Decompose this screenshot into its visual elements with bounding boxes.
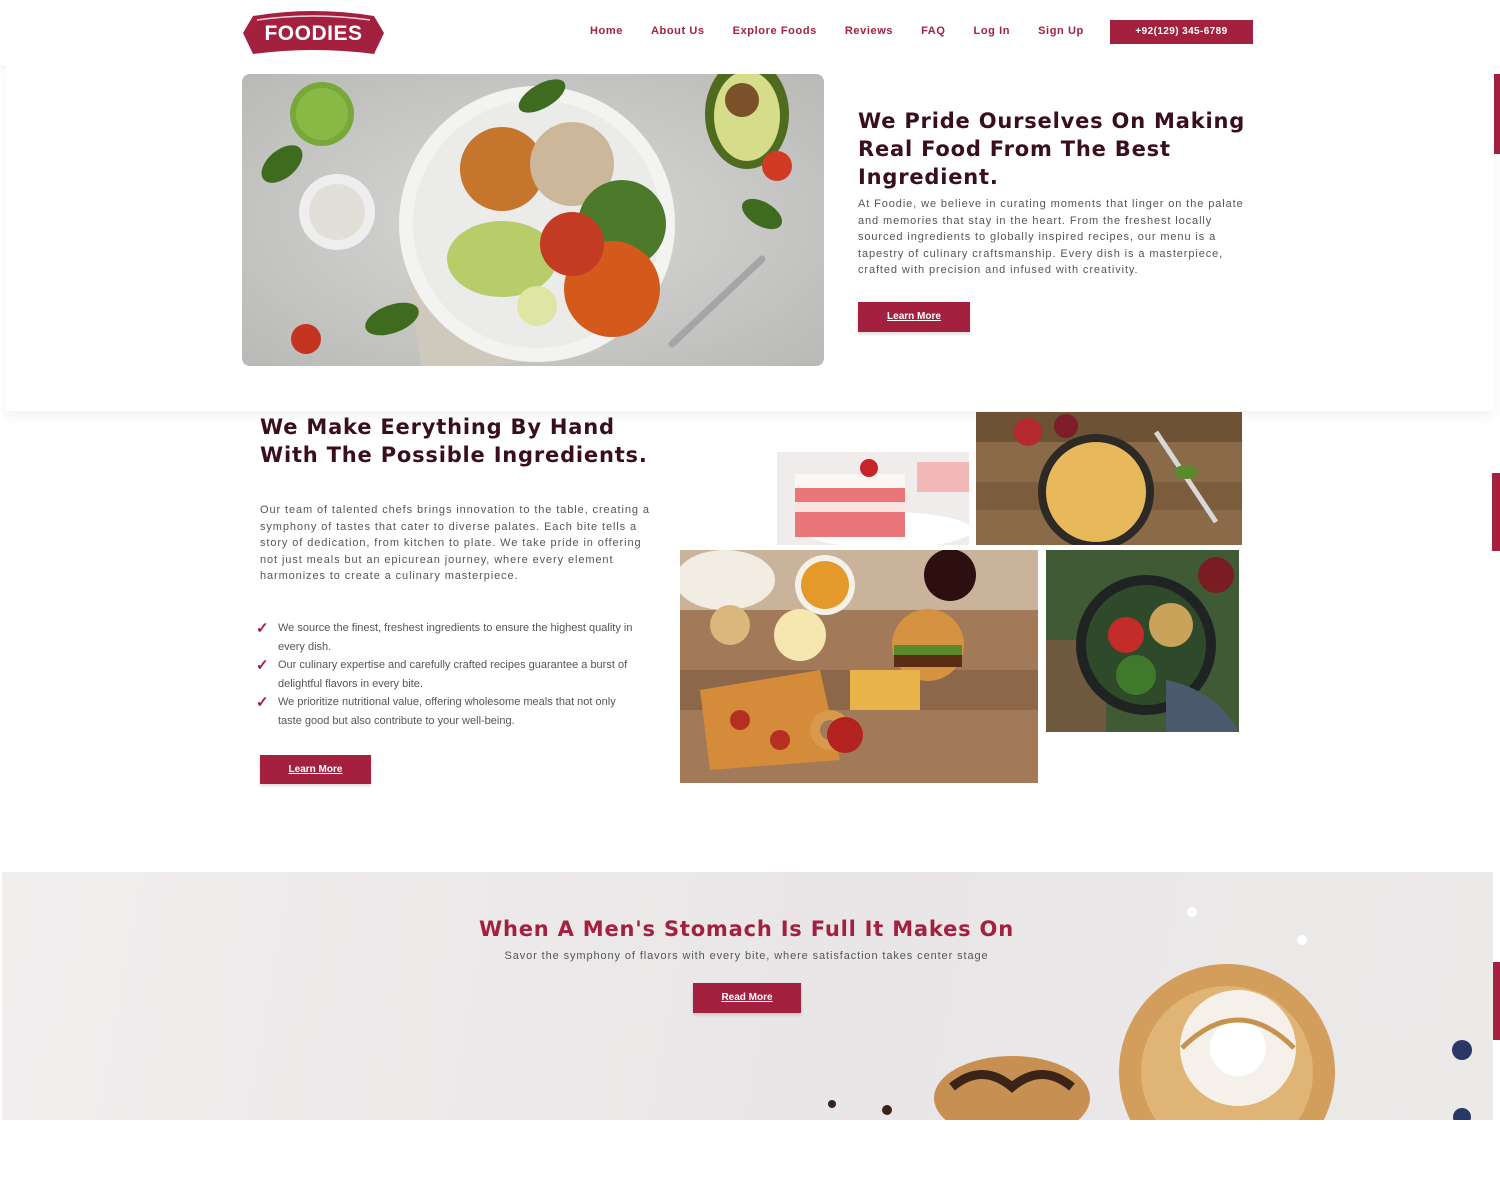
- nav-faq[interactable]: FAQ: [921, 25, 945, 37]
- read-more-button[interactable]: Read More: [693, 983, 801, 1013]
- feature-text: We source the finest, freshest ingredien…: [278, 622, 633, 653]
- stomach-subtitle: Savor the symphony of flavors with every…: [504, 950, 989, 962]
- logo-text: FOODIES: [264, 22, 363, 45]
- feature-item: ✓ We prioritize nutritional value, offer…: [256, 693, 638, 730]
- side-tab: [1492, 473, 1500, 551]
- handmade-body: Our team of talented chefs brings innova…: [260, 504, 650, 582]
- check-icon: ✓: [256, 620, 269, 637]
- stomach-title: When A Men's Stomach Is Full It Makes On: [479, 917, 1014, 941]
- bowl-photo: [1046, 550, 1239, 732]
- check-icon: ✓: [256, 694, 269, 711]
- tart-photo: [976, 412, 1242, 545]
- nav-log-in[interactable]: Log In: [974, 25, 1011, 37]
- nav-about-us[interactable]: About Us: [651, 25, 705, 37]
- feature-text: We prioritize nutritional value, offerin…: [278, 696, 616, 727]
- handmade-learn-more-button[interactable]: Learn More: [260, 755, 371, 784]
- site-header: FOODIES Home About Us Explore Foods Revi…: [0, 0, 1500, 66]
- feature-item: ✓ We source the finest, freshest ingredi…: [256, 619, 638, 656]
- pride-learn-more-button[interactable]: Learn More: [858, 302, 970, 332]
- handmade-title: We Make Eerything By Hand With The Possi…: [260, 415, 648, 467]
- fast-food-photo: [680, 550, 1038, 783]
- nav-sign-up[interactable]: Sign Up: [1038, 25, 1084, 37]
- nav-explore-foods[interactable]: Explore Foods: [733, 25, 817, 37]
- feature-text: Our culinary expertise and carefully cra…: [278, 659, 628, 690]
- pride-body: At Foodie, we believe in curating moment…: [858, 198, 1244, 276]
- main-nav: Home About Us Explore Foods Reviews FAQ …: [590, 25, 1112, 37]
- cake-photo: [777, 452, 969, 545]
- pride-title: We Pride Ourselves On Making Real Food F…: [858, 109, 1246, 189]
- check-icon: ✓: [256, 657, 269, 674]
- nav-reviews[interactable]: Reviews: [845, 25, 893, 37]
- side-tab: [1492, 962, 1500, 1040]
- foodies-logo[interactable]: FOODIES: [243, 10, 384, 56]
- salad-bowl-image: [242, 74, 824, 366]
- feature-item: ✓ Our culinary expertise and carefully c…: [256, 656, 638, 693]
- nav-home[interactable]: Home: [590, 25, 623, 37]
- phone-button[interactable]: +92(129) 345-6789: [1110, 20, 1253, 44]
